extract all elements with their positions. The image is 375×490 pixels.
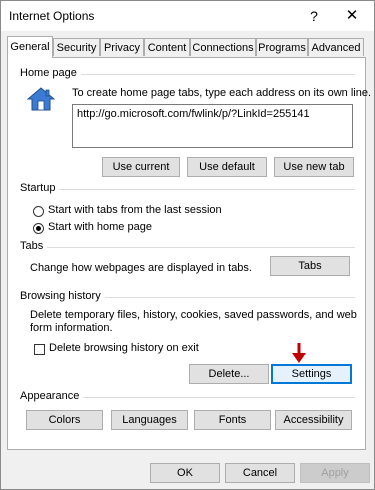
home-page-url: http://go.microsoft.com/fwlink/p/?LinkId… [77, 108, 310, 120]
startup-group-label: Startup [20, 182, 60, 194]
close-button[interactable]: ✕ [337, 5, 367, 27]
delete-on-exit-label: Delete browsing history on exit [49, 342, 199, 354]
internet-options-dialog: Internet Options ? ✕ General Security Pr… [0, 0, 375, 490]
use-new-tab-button[interactable]: Use new tab [274, 157, 354, 177]
languages-button[interactable]: Languages [111, 410, 188, 430]
home-page-group-label: Home page [20, 67, 81, 79]
help-button[interactable]: ? [301, 5, 327, 27]
home-page-url-field[interactable]: http://go.microsoft.com/fwlink/p/?LinkId… [72, 104, 353, 148]
tab-general[interactable]: General [7, 36, 53, 58]
general-tab-panel: Home page To create home page tabs, type… [7, 57, 371, 450]
home-icon [27, 87, 55, 111]
apply-button[interactable]: Apply [300, 463, 370, 483]
tabs-description: Change how webpages are displayed in tab… [30, 262, 252, 274]
history-settings-button[interactable]: Settings [271, 364, 352, 384]
use-current-button[interactable]: Use current [102, 157, 180, 177]
fonts-button[interactable]: Fonts [194, 410, 271, 430]
tabs-settings-button[interactable]: Tabs [270, 256, 350, 276]
tab-programs[interactable]: Programs [256, 38, 308, 56]
tab-privacy[interactable]: Privacy [100, 38, 144, 56]
radio-start-home-page[interactable] [33, 223, 44, 234]
tab-content[interactable]: Content [144, 38, 190, 56]
home-page-instructions: To create home page tabs, type each addr… [72, 87, 372, 99]
appearance-group-label: Appearance [20, 390, 84, 402]
delete-history-button[interactable]: Delete... [189, 364, 269, 384]
accessibility-button[interactable]: Accessibility [275, 410, 352, 430]
window-title: Internet Options [9, 9, 95, 23]
tabs-group-label: Tabs [20, 240, 48, 252]
title-bar: Internet Options ? ✕ [1, 1, 374, 31]
radio-start-last-session[interactable] [33, 206, 44, 217]
start-home-page-label: Start with home page [48, 221, 152, 233]
group-divider [20, 189, 355, 190]
tab-advanced[interactable]: Advanced [308, 38, 364, 56]
annotation-arrow-icon [292, 343, 306, 363]
use-default-button[interactable]: Use default [187, 157, 267, 177]
tab-security[interactable]: Security [53, 38, 100, 56]
browsing-history-description-1: Delete temporary files, history, cookies… [30, 309, 357, 321]
group-divider [20, 247, 355, 248]
browsing-history-group-label: Browsing history [20, 290, 105, 302]
delete-on-exit-checkbox[interactable] [34, 344, 45, 355]
tab-connections[interactable]: Connections [190, 38, 256, 56]
start-last-session-label: Start with tabs from the last session [48, 204, 222, 216]
cancel-button[interactable]: Cancel [225, 463, 295, 483]
colors-button[interactable]: Colors [26, 410, 103, 430]
browsing-history-description-2: form information. [30, 322, 113, 334]
ok-button[interactable]: OK [150, 463, 220, 483]
